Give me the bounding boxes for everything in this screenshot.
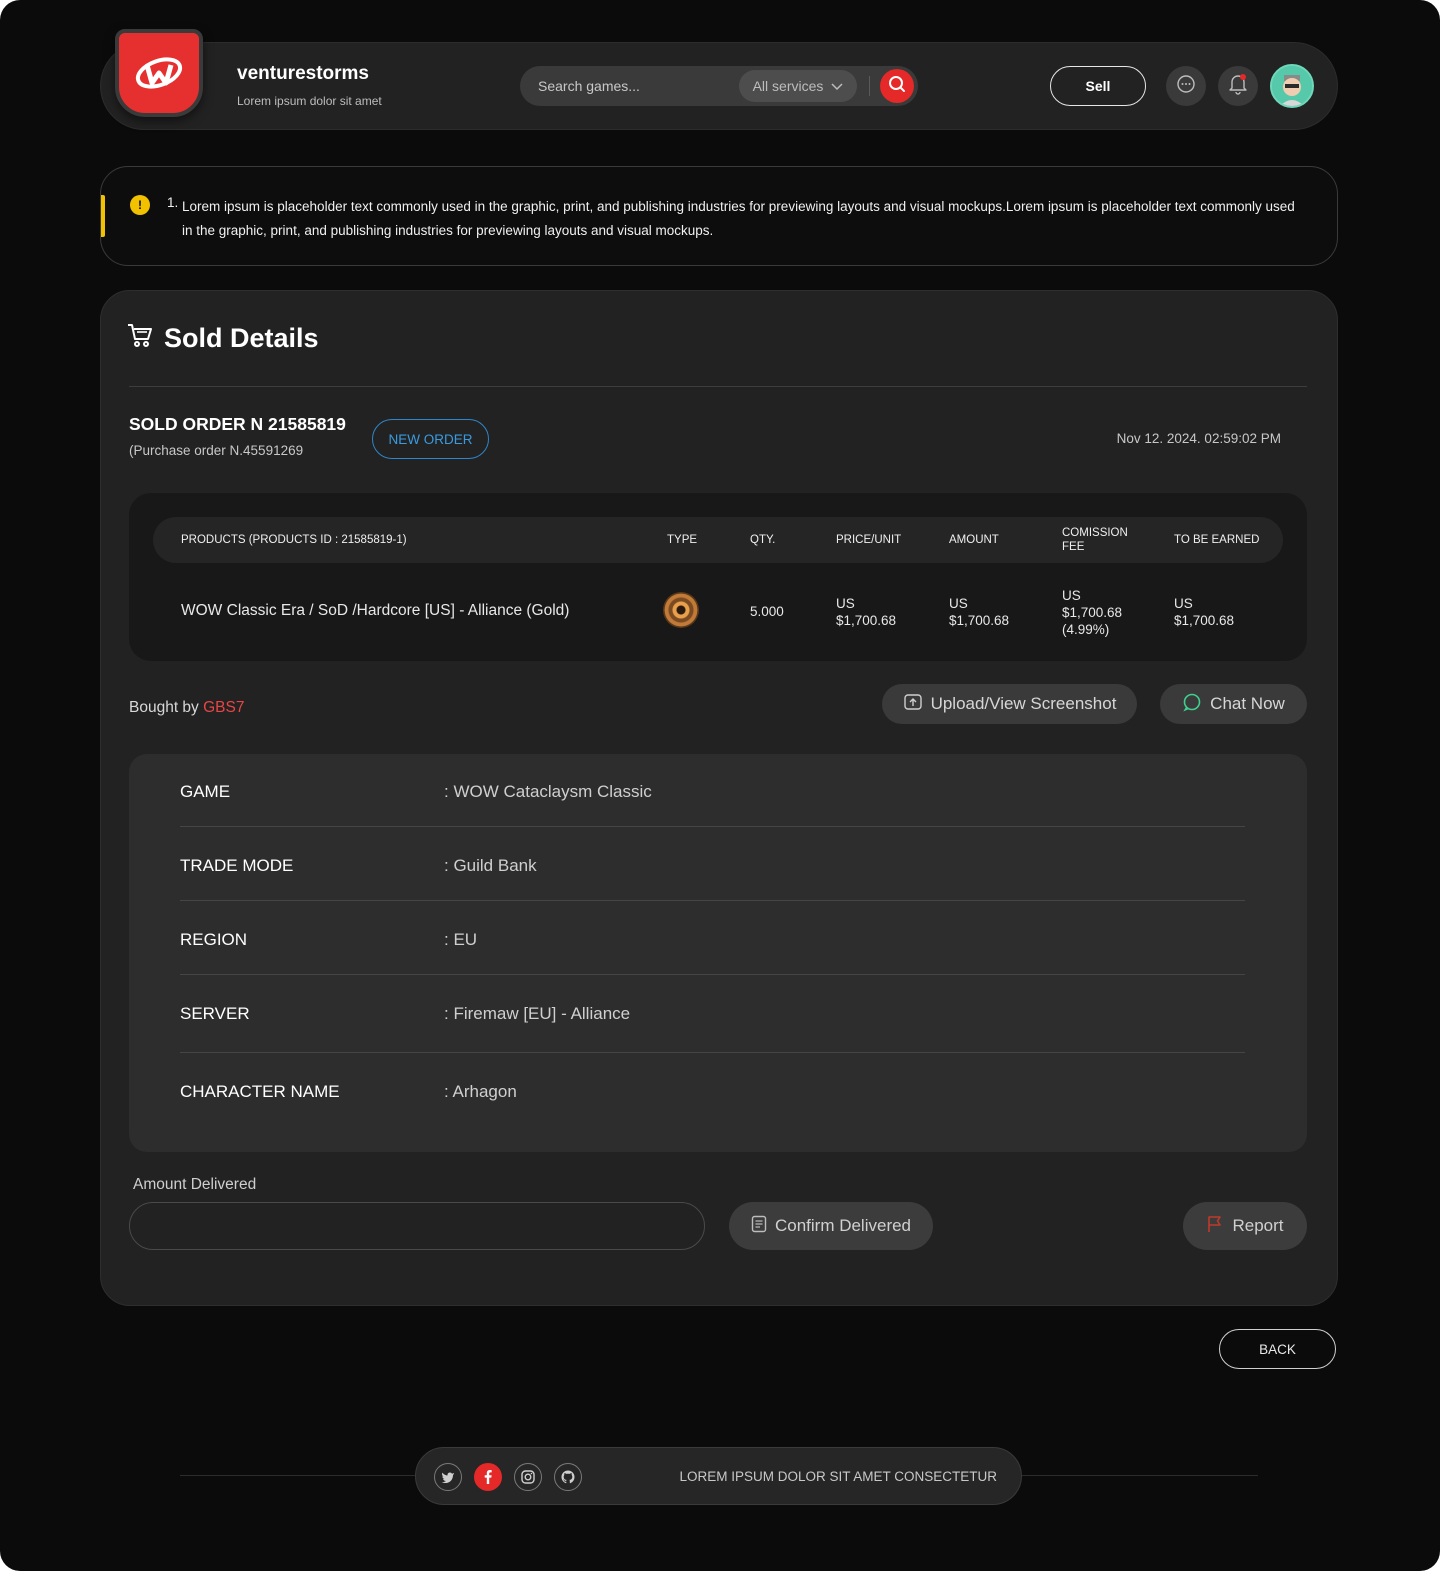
commission-value: $1,700.68 — [1062, 605, 1123, 620]
product-name: WOW Classic Era / SoD /Hardcore [US] - A… — [181, 602, 570, 619]
back-button[interactable]: BACK — [1219, 1329, 1336, 1369]
chat-now-label: Chat Now — [1210, 694, 1285, 713]
commission-percent: (4.99%) — [1062, 622, 1110, 637]
detail-label: REGION — [180, 930, 248, 949]
image-upload-icon — [903, 692, 923, 717]
notice-text: Lorem ipsum is placeholder text commonly… — [182, 199, 1295, 238]
github-icon[interactable] — [554, 1463, 582, 1491]
brand-logo-icon[interactable] — [115, 29, 203, 117]
table-header: PRODUCTS (PRODUCTS ID : 21585819-1) TYPE… — [153, 517, 1283, 563]
order-details-panel: GAME : WOW Cataclaysm Classic TRADE MODE… — [129, 754, 1307, 1152]
service-filter-dropdown[interactable]: All services — [739, 70, 857, 102]
search-bar: All services — [520, 66, 918, 106]
instagram-icon[interactable] — [514, 1463, 542, 1491]
search-icon — [888, 75, 906, 98]
notifications-button[interactable] — [1218, 66, 1258, 106]
detail-divider — [180, 826, 1245, 827]
quantity-cell: 5.000 — [750, 604, 784, 619]
purchase-order-number: (Purchase order N.45591269 — [129, 443, 304, 458]
detail-label: SERVER — [180, 1004, 250, 1023]
amount-delivered-label: Amount Delivered — [133, 1176, 257, 1193]
sell-button[interactable]: Sell — [1050, 66, 1146, 106]
detail-divider — [180, 974, 1245, 975]
amount-delivered-input[interactable] — [129, 1202, 705, 1250]
app-frame: venturestorms Lorem ipsum dolor sit amet… — [0, 0, 1440, 1571]
detail-divider — [180, 1052, 1245, 1053]
detail-label: TRADE MODE — [180, 856, 294, 875]
chevron-down-icon — [831, 78, 843, 94]
messages-button[interactable] — [1166, 66, 1206, 106]
search-button[interactable] — [880, 69, 914, 103]
report-label: Report — [1232, 1216, 1284, 1235]
detail-value: : WOW Cataclaysm Classic — [444, 782, 652, 801]
page-title-text: Sold Details — [164, 323, 319, 353]
column-header-commission: COMISSION FEE — [1062, 526, 1128, 554]
column-header-commission-line2: FEE — [1062, 541, 1085, 553]
detail-label: CHARACTER NAME — [180, 1082, 340, 1101]
confirm-delivered-button[interactable]: Confirm Delivered — [729, 1202, 933, 1250]
chat-bubble-icon — [1176, 74, 1196, 99]
sold-details-card: Sold Details SOLD ORDER N 21585819 (Purc… — [100, 290, 1338, 1306]
detail-divider — [180, 900, 1245, 901]
price-currency: US — [836, 596, 855, 611]
order-number: SOLD ORDER N 21585819 — [129, 414, 346, 434]
detail-label: GAME — [180, 782, 231, 801]
status-badge: NEW ORDER — [372, 419, 489, 459]
earned-currency: US — [1174, 596, 1193, 611]
column-header-type: TYPE — [667, 534, 698, 546]
search-divider — [869, 76, 870, 96]
bell-icon — [1228, 73, 1248, 100]
gold-coin-icon — [664, 593, 698, 627]
column-header-amount: AMOUNT — [949, 534, 999, 546]
title-divider — [129, 386, 1307, 387]
commission-cell: US $1,700.68 (4.99%) — [1062, 587, 1122, 638]
brand-tagline: Lorem ipsum dolor sit amet — [237, 94, 382, 108]
service-filter-label: All services — [752, 78, 824, 94]
column-header-products: PRODUCTS (PRODUCTS ID : 21585819-1) — [181, 534, 407, 546]
price-cell: US $1,700.68 — [836, 595, 896, 629]
upload-screenshot-label: Upload/View Screenshot — [930, 694, 1117, 713]
detail-value: : Firemaw [EU] - Alliance — [444, 1004, 631, 1023]
amount-cell: US $1,700.68 — [949, 595, 1009, 629]
report-button[interactable]: Report — [1183, 1202, 1307, 1250]
buyer-name-link[interactable]: GBS7 — [203, 699, 244, 716]
column-header-earned: TO BE EARNED — [1174, 534, 1260, 546]
twitter-icon[interactable] — [434, 1463, 462, 1491]
brand-name: venturestorms — [237, 63, 369, 84]
notice-accent-bar — [101, 195, 105, 237]
top-header: venturestorms Lorem ipsum dolor sit amet… — [100, 29, 1338, 130]
detail-value: : Guild Bank — [444, 856, 537, 875]
bought-by: Bought by GBS7 — [129, 699, 244, 717]
notice-banner: ! 1. Lorem ipsum is placeholder text com… — [100, 166, 1338, 266]
upload-screenshot-button[interactable]: Upload/View Screenshot — [882, 684, 1137, 724]
detail-value: : Arhagon — [444, 1082, 517, 1101]
column-header-price: PRICE/UNIT — [836, 534, 902, 546]
earned-value: $1,700.68 — [1174, 613, 1235, 628]
user-avatar[interactable] — [1270, 64, 1314, 108]
page-title: Sold Details — [126, 321, 319, 356]
footer-bar: LOREM IPSUM DOLOR SIT AMET CONSECTETUR — [415, 1447, 1022, 1505]
amount-currency: US — [949, 596, 968, 611]
chat-now-button[interactable]: Chat Now — [1160, 684, 1307, 724]
bought-by-prefix: Bought by — [129, 699, 204, 716]
confirm-delivered-label: Confirm Delivered — [774, 1216, 912, 1235]
order-date: Nov 12. 2024. 02:59:02 PM — [1116, 431, 1281, 446]
document-icon — [751, 1215, 767, 1238]
chat-icon — [1182, 692, 1202, 717]
flag-icon — [1206, 1215, 1224, 1238]
column-header-qty: QTY. — [750, 534, 776, 546]
search-input[interactable] — [520, 66, 735, 106]
column-header-commission-line1: COMISSION — [1062, 527, 1128, 539]
notice-number: 1. — [167, 195, 179, 210]
amount-value: $1,700.68 — [949, 613, 1010, 628]
detail-value: : EU — [444, 930, 478, 949]
info-icon: ! — [130, 195, 150, 215]
facebook-icon[interactable] — [474, 1463, 502, 1491]
footer-text: LOREM IPSUM DOLOR SIT AMET CONSECTETUR — [679, 1469, 997, 1484]
products-table: PRODUCTS (PRODUCTS ID : 21585819-1) TYPE… — [129, 493, 1307, 661]
price-value: $1,700.68 — [836, 613, 897, 628]
commission-currency: US — [1062, 588, 1081, 603]
earned-cell: US $1,700.68 — [1174, 595, 1234, 629]
cart-icon — [126, 321, 154, 356]
